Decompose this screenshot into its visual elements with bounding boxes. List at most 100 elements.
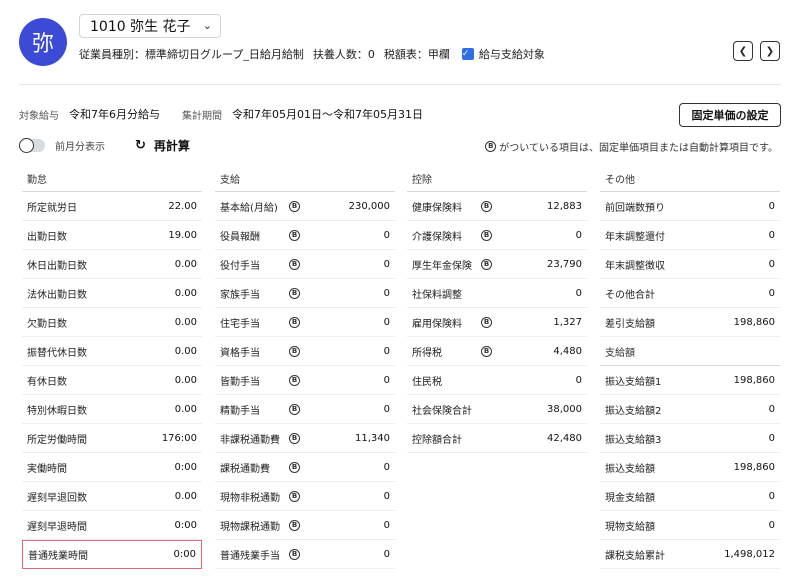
table-row[interactable]: 役付手当 B 0 <box>215 250 395 279</box>
row-value: 0 <box>768 519 775 531</box>
deductions-column: 控除 健康保険料 B 12,883 介護保険料 B 0 厚生年金保険 B 23,790 社保料調整… <box>407 172 587 453</box>
row-value: 0 <box>383 403 390 415</box>
chevron-right-icon: ❯ <box>765 45 775 57</box>
table-row[interactable]: 年末調整還付 0 <box>600 221 780 250</box>
row-value: 1,327 <box>553 316 582 328</box>
row-name: 欠勤日数 <box>27 318 67 330</box>
payment-amount-header: 支給額 <box>600 337 780 366</box>
range-value: 令和7年05月01日〜令和7年05月31日 <box>232 108 423 121</box>
table-row[interactable]: 精勤手当 B 0 <box>215 395 395 424</box>
table-row[interactable]: 所定就労日 22.00 <box>22 192 202 221</box>
fixed-price-settings-button[interactable]: 固定単価の設定 <box>679 103 781 127</box>
fixed-item-badge-icon: B <box>289 548 300 560</box>
row-value: 198,860 <box>733 316 775 328</box>
table-row[interactable]: 現物非税通勤 B 0 <box>215 482 395 511</box>
table-row[interactable]: 現物課税通勤 B 0 <box>215 511 395 540</box>
table-row[interactable]: 休日出勤日数 0.00 <box>22 250 202 279</box>
row-value: 0 <box>383 519 390 531</box>
row-value: 4,480 <box>553 345 582 357</box>
table-row[interactable]: 振込支給額1 198,860 <box>600 366 780 395</box>
table-row[interactable]: 健康保険料 B 12,883 <box>407 192 587 221</box>
refresh-icon: ↻ <box>135 138 146 153</box>
others-column: その他 前回端数預り 0 年末調整還付 0 年末調整徴収 0 その他合計 0 差引支給額 198,… <box>600 172 780 569</box>
table-row[interactable]: 有休日数 0.00 <box>22 366 202 395</box>
table-row[interactable]: 雇用保険料 B 1,327 <box>407 308 587 337</box>
prev-month-toggle[interactable] <box>19 138 45 153</box>
table-row[interactable]: 課税支給累計 1,498,012 <box>600 540 780 569</box>
table-row[interactable]: 住宅手当 B 0 <box>215 308 395 337</box>
table-row[interactable]: 住民税 0 <box>407 366 587 395</box>
payroll-target-label: 給与支給対象 <box>478 48 545 61</box>
row-value: 0 <box>575 229 582 241</box>
row-value: 0 <box>768 403 775 415</box>
row-value: 0 <box>383 258 390 270</box>
table-row[interactable]: 現金支給額 0 <box>600 482 780 511</box>
employee-select[interactable]: 1010 弥生 花子 ⌄ <box>79 14 221 38</box>
table-row[interactable]: 厚生年金保険 B 23,790 <box>407 250 587 279</box>
table-row[interactable]: 遅刻早退回数 0.00 <box>22 482 202 511</box>
table-row[interactable]: 課税通勤費 B 0 <box>215 453 395 482</box>
row-value: 0 <box>575 374 582 386</box>
avatar: 弥 <box>19 18 67 66</box>
fixed-item-note: B がついている項目は、固定単価項目または自動計算項目です。 <box>485 139 778 154</box>
row-value: 0.00 <box>174 287 197 299</box>
fixed-item-badge-icon: B <box>289 229 300 241</box>
fixed-item-badge-icon: B <box>289 519 300 531</box>
table-row[interactable]: 振込支給額2 0 <box>600 395 780 424</box>
employee-info: 従業員種別：標準締切日グループ_日給月給制 扶養人数：0 税額表：甲欄 ✓ 給与… <box>79 46 554 62</box>
table-row[interactable]: 振込支給額 198,860 <box>600 453 780 482</box>
row-value: 0 <box>383 461 390 473</box>
row-value: 22.00 <box>168 200 197 212</box>
row-value: 38,000 <box>547 403 582 415</box>
table-row[interactable]: 皆勤手当 B 0 <box>215 366 395 395</box>
row-name: 振込支給額1 <box>605 376 662 388</box>
table-row[interactable]: 資格手当 B 0 <box>215 337 395 366</box>
table-row[interactable]: 現物支給額 0 <box>600 511 780 540</box>
table-row[interactable]: 基本給(月給) B 230,000 <box>215 192 395 221</box>
period-info: 対象給与 令和7年6月分給与 集計期間 令和7年05月01日〜令和7年05月31… <box>19 106 445 122</box>
row-value: 0 <box>383 229 390 241</box>
prev-employee-button[interactable]: ❮ <box>733 41 753 61</box>
fixed-item-badge-icon: B <box>481 200 492 212</box>
payroll-target-checkbox[interactable]: ✓ <box>461 48 474 60</box>
table-row[interactable]: 家族手当 B 0 <box>215 279 395 308</box>
payments-header: 支給 <box>215 172 395 192</box>
table-row[interactable]: 役員報酬 B 0 <box>215 221 395 250</box>
table-row[interactable]: 社保料調整 0 <box>407 279 587 308</box>
recalc-button[interactable]: ↻ 再計算 <box>135 137 190 154</box>
row-name: 実働時間 <box>27 463 67 475</box>
fixed-item-badge-icon: B <box>289 461 300 473</box>
next-employee-button[interactable]: ❯ <box>760 41 780 61</box>
row-name: 現物課税通勤 <box>220 521 280 533</box>
table-row[interactable]: 特別休暇日数 0.00 <box>22 395 202 424</box>
range-label: 集計期間 <box>182 110 222 122</box>
table-row[interactable]: 社会保険合計 38,000 <box>407 395 587 424</box>
fixed-item-badge-icon: B <box>481 316 492 328</box>
table-row[interactable]: 年末調整徴収 0 <box>600 250 780 279</box>
table-row[interactable]: 介護保険料 B 0 <box>407 221 587 250</box>
table-row[interactable]: 振替代休日数 0.00 <box>22 337 202 366</box>
table-row[interactable]: その他合計 0 <box>600 279 780 308</box>
tax-table: 税額表：甲欄 <box>383 48 450 61</box>
header-divider <box>19 84 781 85</box>
row-name: 精勤手当 <box>220 405 260 417</box>
table-row[interactable]: 振込支給額3 0 <box>600 424 780 453</box>
table-row[interactable]: 前回端数預り 0 <box>600 192 780 221</box>
table-row[interactable]: 非課税通勤費 B 11,340 <box>215 424 395 453</box>
table-row[interactable]: 普通残業手当 B 0 <box>215 540 395 569</box>
table-row[interactable]: 実働時間 0:00 <box>22 453 202 482</box>
table-row[interactable]: 控除額合計 42,480 <box>407 424 587 453</box>
row-value: 0:00 <box>174 461 197 473</box>
table-row[interactable]: 所得税 B 4,480 <box>407 337 587 366</box>
row-name: 所定労働時間 <box>27 434 87 446</box>
table-row[interactable]: 普通残業時間 0:00 <box>22 540 202 569</box>
table-row[interactable]: 所定労働時間 176:00 <box>22 424 202 453</box>
table-row[interactable]: 出勤日数 19.00 <box>22 221 202 250</box>
row-name: 休日出勤日数 <box>27 260 87 272</box>
table-row[interactable]: 差引支給額 198,860 <box>600 308 780 337</box>
table-row[interactable]: 欠勤日数 0.00 <box>22 308 202 337</box>
table-row[interactable]: 遅刻早退時間 0:00 <box>22 511 202 540</box>
controls-row: 前月分表示 ↻ 再計算 <box>19 137 190 154</box>
table-row[interactable]: 法休出勤日数 0.00 <box>22 279 202 308</box>
row-name: 有休日数 <box>27 376 67 388</box>
